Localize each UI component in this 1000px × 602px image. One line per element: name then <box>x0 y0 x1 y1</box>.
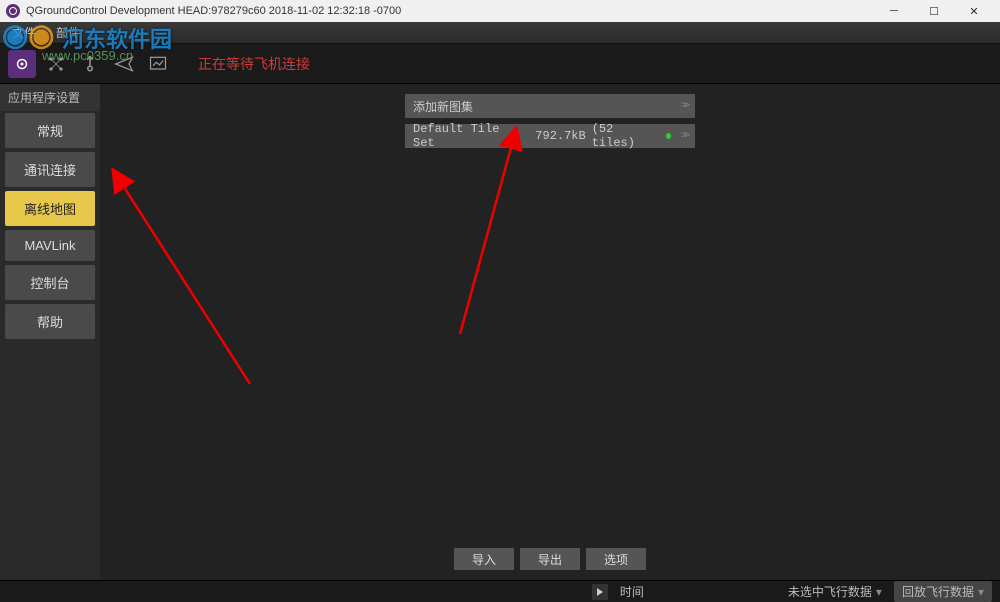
maximize-button[interactable]: ☐ <box>914 0 954 22</box>
setup-icon[interactable] <box>42 50 70 78</box>
pin-icon[interactable] <box>76 50 104 78</box>
add-tileset-row[interactable]: 添加新图集 >> <box>405 94 695 118</box>
footer-nodata: 未选中飞行数据▾ <box>788 583 882 600</box>
tile-panel: 添加新图集 >> Default Tile Set 792.7kB (52 ti… <box>405 94 695 148</box>
replay-button[interactable]: 回放飞行数据▾ <box>894 581 992 602</box>
sidebar-item-help[interactable]: 帮助 <box>5 304 95 339</box>
sidebar-item-mavlink[interactable]: MAVLink <box>5 230 95 261</box>
sidebar-item-offline-maps[interactable]: 离线地图 <box>5 191 95 226</box>
chevron-right-icon: >> <box>681 101 687 112</box>
annotation-arrows <box>100 84 1000 584</box>
bottom-button-bar: 导入 导出 选项 <box>454 548 646 570</box>
sidebar-item-general[interactable]: 常规 <box>5 113 95 148</box>
export-button[interactable]: 导出 <box>520 548 580 570</box>
close-button[interactable]: ✕ <box>954 0 994 22</box>
footer-time: 时间 <box>620 583 644 600</box>
play-icon[interactable] <box>592 584 608 600</box>
minimize-button[interactable]: ─ <box>874 0 914 22</box>
options-button[interactable]: 选项 <box>586 548 646 570</box>
import-button[interactable]: 导入 <box>454 548 514 570</box>
tileset-name: Default Tile Set <box>413 122 515 150</box>
main-area: 应用程序设置 常规 通讯连接 离线地图 MAVLink 控制台 帮助 添加新图集… <box>0 84 1000 580</box>
connection-status: 正在等待飞机连接 <box>198 54 310 74</box>
tileset-size: 792.7kB <box>535 129 585 143</box>
plane-icon[interactable] <box>110 50 138 78</box>
analyze-icon[interactable] <box>144 50 172 78</box>
status-dot-icon <box>666 133 671 139</box>
sidebar-item-console[interactable]: 控制台 <box>5 265 95 300</box>
settings-icon[interactable] <box>8 50 36 78</box>
default-tileset-row[interactable]: Default Tile Set 792.7kB (52 tiles) >> <box>405 124 695 148</box>
toolbar: 正在等待飞机连接 <box>0 44 1000 84</box>
add-tileset-label: 添加新图集 <box>413 98 671 115</box>
footer: 时间 未选中飞行数据▾ 回放飞行数据▾ <box>0 580 1000 602</box>
sidebar-item-comm[interactable]: 通讯连接 <box>5 152 95 187</box>
menubar: 文件 部件 <box>0 22 1000 44</box>
window-title: QGroundControl Development HEAD:978279c6… <box>26 5 874 17</box>
app-icon <box>6 4 20 18</box>
sidebar: 应用程序设置 常规 通讯连接 离线地图 MAVLink 控制台 帮助 <box>0 84 100 580</box>
content-area: 添加新图集 >> Default Tile Set 792.7kB (52 ti… <box>100 84 1000 580</box>
titlebar: QGroundControl Development HEAD:978279c6… <box>0 0 1000 22</box>
sidebar-title: 应用程序设置 <box>0 84 100 111</box>
tileset-count: (52 tiles) <box>592 122 656 150</box>
menu-file[interactable]: 文件 <box>6 22 42 43</box>
menu-widgets[interactable]: 部件 <box>50 22 86 43</box>
chevron-right-icon: >> <box>681 131 687 142</box>
